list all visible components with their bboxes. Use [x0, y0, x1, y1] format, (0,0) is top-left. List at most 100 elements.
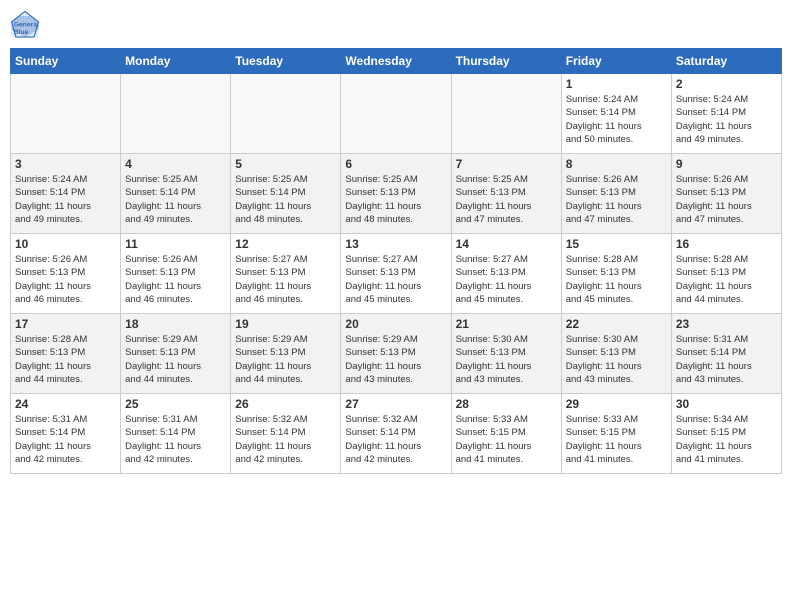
weekday-header-tuesday: Tuesday — [231, 49, 341, 74]
day-number: 15 — [566, 237, 667, 251]
day-number: 10 — [15, 237, 116, 251]
calendar-cell: 2 Sunrise: 5:24 AM Sunset: 5:14 PM Daylig… — [671, 74, 781, 154]
calendar-week-row: 3 Sunrise: 5:24 AM Sunset: 5:14 PM Daylig… — [11, 154, 782, 234]
day-number: 27 — [345, 397, 446, 411]
day-info: Sunrise: 5:25 AM Sunset: 5:13 PM Dayligh… — [456, 173, 557, 226]
calendar-cell: 25Sunrise: 5:31 AM Sunset: 5:14 PM Dayli… — [121, 394, 231, 474]
calendar-cell: 16 Sunrise: 5:28 AM Sunset: 5:13 PM Dayli… — [671, 234, 781, 314]
day-info: Sunrise: 5:27 AM Sunset: 5:13 PM Dayligh… — [235, 253, 336, 306]
day-info: Sunrise: 5:30 AM Sunset: 5:13 PM Dayligh… — [566, 333, 667, 386]
calendar-cell: 28 Sunrise: 5:33 AM Sunset: 5:15 PM Dayli… — [451, 394, 561, 474]
weekday-header-row: SundayMondayTuesdayWednesdayThursdayFrid… — [11, 49, 782, 74]
day-number: 30 — [676, 397, 777, 411]
day-number: 19 — [235, 317, 336, 331]
day-number: 2 — [676, 77, 777, 91]
calendar-cell: 1Sunrise: 5:24 AM Sunset: 5:14 PM Daylig… — [561, 74, 671, 154]
day-info: Sunrise: 5:24 AM Sunset: 5:14 PM Dayligh… — [676, 93, 777, 146]
day-number: 20 — [345, 317, 446, 331]
day-info: Sunrise: 5:29 AM Sunset: 5:13 PM Dayligh… — [345, 333, 446, 386]
calendar-cell: 23 Sunrise: 5:31 AM Sunset: 5:14 PM Dayli… — [671, 314, 781, 394]
day-info: Sunrise: 5:30 AM Sunset: 5:13 PM Dayligh… — [456, 333, 557, 386]
day-info: Sunrise: 5:28 AM Sunset: 5:13 PM Dayligh… — [566, 253, 667, 306]
day-number: 7 — [456, 157, 557, 171]
calendar-cell: 30 Sunrise: 5:34 AM Sunset: 5:15 PM Dayli… — [671, 394, 781, 474]
day-number: 9 — [676, 157, 777, 171]
day-info: Sunrise: 5:34 AM Sunset: 5:15 PM Dayligh… — [676, 413, 777, 466]
day-number: 17 — [15, 317, 116, 331]
calendar-cell: 3 Sunrise: 5:24 AM Sunset: 5:14 PM Daylig… — [11, 154, 121, 234]
day-info: Sunrise: 5:32 AM Sunset: 5:14 PM Dayligh… — [235, 413, 336, 466]
calendar-cell: 4 Sunrise: 5:25 AM Sunset: 5:14 PM Daylig… — [121, 154, 231, 234]
day-info: Sunrise: 5:31 AM Sunset: 5:14 PM Dayligh… — [676, 333, 777, 386]
calendar-week-row: 17 Sunrise: 5:28 AM Sunset: 5:13 PM Dayli… — [11, 314, 782, 394]
logo: General Blue — [10, 10, 44, 40]
calendar-cell: 20 Sunrise: 5:29 AM Sunset: 5:13 PM Dayli… — [341, 314, 451, 394]
weekday-header-saturday: Saturday — [671, 49, 781, 74]
day-number: 5 — [235, 157, 336, 171]
logo-icon: General Blue — [10, 10, 40, 40]
day-number: 6 — [345, 157, 446, 171]
day-info: Sunrise: 5:28 AM Sunset: 5:13 PM Dayligh… — [676, 253, 777, 306]
day-number: 8 — [566, 157, 667, 171]
calendar-cell: 14 Sunrise: 5:27 AM Sunset: 5:13 PM Dayli… — [451, 234, 561, 314]
day-info: Sunrise: 5:29 AM Sunset: 5:13 PM Dayligh… — [125, 333, 226, 386]
calendar-cell: 22 Sunrise: 5:30 AM Sunset: 5:13 PM Dayli… — [561, 314, 671, 394]
calendar-week-row: 24 Sunrise: 5:31 AM Sunset: 5:14 PM Dayli… — [11, 394, 782, 474]
day-number: 18 — [125, 317, 226, 331]
day-info: Sunrise: 5:31 AM Sunset: 5:14 PM Dayligh… — [15, 413, 116, 466]
day-info: Sunrise: 5:24 AM Sunset: 5:14 PM Dayligh… — [15, 173, 116, 226]
calendar-cell — [121, 74, 231, 154]
calendar-cell: 6 Sunrise: 5:25 AM Sunset: 5:13 PM Daylig… — [341, 154, 451, 234]
day-number: 21 — [456, 317, 557, 331]
calendar-cell — [11, 74, 121, 154]
calendar-week-row: 10 Sunrise: 5:26 AM Sunset: 5:13 PM Dayli… — [11, 234, 782, 314]
calendar-cell: 26Sunrise: 5:32 AM Sunset: 5:14 PM Dayli… — [231, 394, 341, 474]
calendar-cell: 7 Sunrise: 5:25 AM Sunset: 5:13 PM Daylig… — [451, 154, 561, 234]
calendar-cell: 19 Sunrise: 5:29 AM Sunset: 5:13 PM Dayli… — [231, 314, 341, 394]
calendar-cell: 18 Sunrise: 5:29 AM Sunset: 5:13 PM Dayli… — [121, 314, 231, 394]
day-info: Sunrise: 5:27 AM Sunset: 5:13 PM Dayligh… — [456, 253, 557, 306]
calendar-cell — [231, 74, 341, 154]
day-number: 12 — [235, 237, 336, 251]
calendar-cell: 27Sunrise: 5:32 AM Sunset: 5:14 PM Dayli… — [341, 394, 451, 474]
calendar-cell: 21 Sunrise: 5:30 AM Sunset: 5:13 PM Dayli… — [451, 314, 561, 394]
day-number: 28 — [456, 397, 557, 411]
day-number: 14 — [456, 237, 557, 251]
day-info: Sunrise: 5:25 AM Sunset: 5:13 PM Dayligh… — [345, 173, 446, 226]
day-info: Sunrise: 5:27 AM Sunset: 5:13 PM Dayligh… — [345, 253, 446, 306]
header: General Blue — [10, 10, 782, 40]
day-info: Sunrise: 5:29 AM Sunset: 5:13 PM Dayligh… — [235, 333, 336, 386]
calendar-cell: 17 Sunrise: 5:28 AM Sunset: 5:13 PM Dayli… — [11, 314, 121, 394]
day-number: 13 — [345, 237, 446, 251]
weekday-header-thursday: Thursday — [451, 49, 561, 74]
calendar-cell: 24 Sunrise: 5:31 AM Sunset: 5:14 PM Dayli… — [11, 394, 121, 474]
calendar-cell: 10Sunrise: 5:26 AM Sunset: 5:13 PM Dayli… — [11, 234, 121, 314]
page: General Blue SundayMondayTuesdayWednesda… — [0, 0, 792, 484]
calendar-cell — [451, 74, 561, 154]
day-info: Sunrise: 5:26 AM Sunset: 5:13 PM Dayligh… — [676, 173, 777, 226]
day-info: Sunrise: 5:33 AM Sunset: 5:15 PM Dayligh… — [456, 413, 557, 466]
weekday-header-monday: Monday — [121, 49, 231, 74]
calendar-cell: 13 Sunrise: 5:27 AM Sunset: 5:13 PM Dayli… — [341, 234, 451, 314]
calendar-cell: 29Sunrise: 5:33 AM Sunset: 5:15 PM Dayli… — [561, 394, 671, 474]
weekday-header-wednesday: Wednesday — [341, 49, 451, 74]
calendar-cell: 8Sunrise: 5:26 AM Sunset: 5:13 PM Daylig… — [561, 154, 671, 234]
calendar-week-row: 1Sunrise: 5:24 AM Sunset: 5:14 PM Daylig… — [11, 74, 782, 154]
day-number: 22 — [566, 317, 667, 331]
day-number: 16 — [676, 237, 777, 251]
calendar-cell: 5 Sunrise: 5:25 AM Sunset: 5:14 PM Daylig… — [231, 154, 341, 234]
day-number: 23 — [676, 317, 777, 331]
day-number: 24 — [15, 397, 116, 411]
calendar-table: SundayMondayTuesdayWednesdayThursdayFrid… — [10, 48, 782, 474]
day-info: Sunrise: 5:25 AM Sunset: 5:14 PM Dayligh… — [125, 173, 226, 226]
day-info: Sunrise: 5:26 AM Sunset: 5:13 PM Dayligh… — [125, 253, 226, 306]
day-number: 11 — [125, 237, 226, 251]
calendar-cell: 9 Sunrise: 5:26 AM Sunset: 5:13 PM Daylig… — [671, 154, 781, 234]
day-number: 3 — [15, 157, 116, 171]
calendar-cell: 12 Sunrise: 5:27 AM Sunset: 5:13 PM Dayli… — [231, 234, 341, 314]
day-info: Sunrise: 5:28 AM Sunset: 5:13 PM Dayligh… — [15, 333, 116, 386]
svg-text:Blue: Blue — [14, 29, 29, 36]
day-info: Sunrise: 5:25 AM Sunset: 5:14 PM Dayligh… — [235, 173, 336, 226]
day-number: 4 — [125, 157, 226, 171]
svg-text:General: General — [14, 22, 39, 29]
